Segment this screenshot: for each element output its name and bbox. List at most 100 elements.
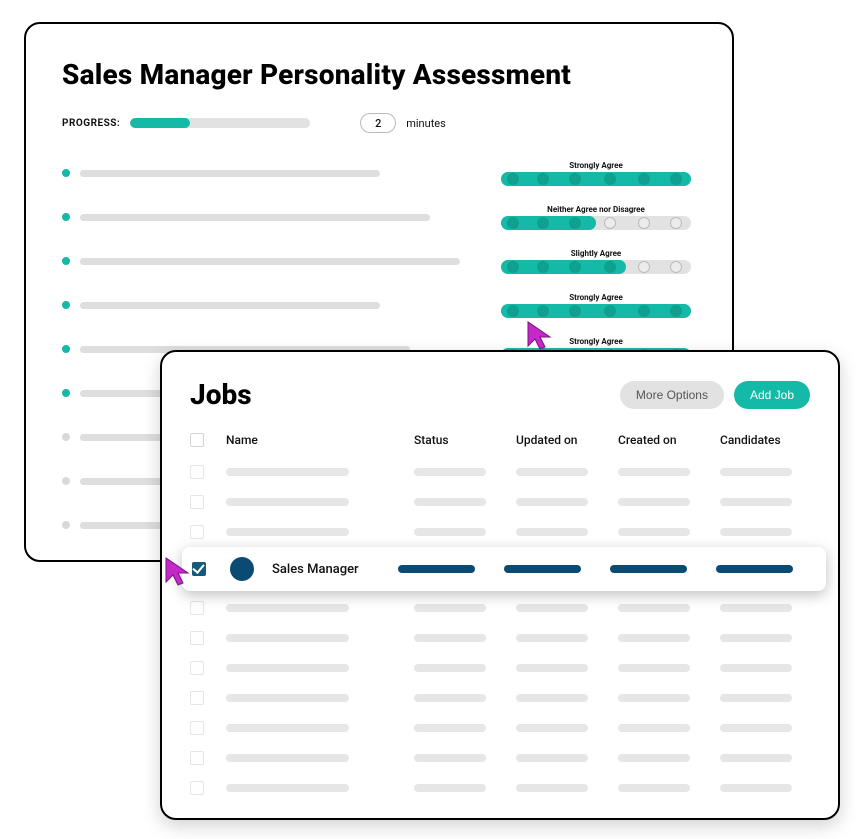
question-row: Strongly Agree xyxy=(62,283,696,327)
cell-placeholder xyxy=(516,664,588,672)
table-row[interactable] xyxy=(190,773,810,803)
cell-placeholder xyxy=(504,565,581,573)
row-checkbox[interactable] xyxy=(190,691,204,705)
question-text-placeholder xyxy=(80,258,460,265)
row-checkbox[interactable] xyxy=(190,495,204,509)
cell-placeholder xyxy=(720,694,792,702)
progress-track xyxy=(130,118,310,128)
page-title: Sales Manager Personality Assessment xyxy=(62,58,696,91)
bullet-icon xyxy=(62,301,70,309)
cell-placeholder xyxy=(516,468,588,476)
question-row: Slightly Agree xyxy=(62,239,696,283)
cell-placeholder xyxy=(414,724,486,732)
bullet-icon xyxy=(62,345,70,353)
cell-name-placeholder xyxy=(226,604,349,612)
answer-block: Strongly Agree xyxy=(496,161,696,186)
add-job-button[interactable]: Add Job xyxy=(734,381,810,409)
cell-placeholder xyxy=(414,694,486,702)
bullet-icon xyxy=(62,521,70,529)
column-updated: Updated on xyxy=(516,433,606,447)
cell-name-placeholder xyxy=(226,498,349,506)
more-options-button[interactable]: More Options xyxy=(620,381,724,409)
cell-placeholder xyxy=(618,528,690,536)
table-row[interactable] xyxy=(190,713,810,743)
cell-placeholder xyxy=(516,528,588,536)
table-row[interactable] xyxy=(190,683,810,713)
question-text-placeholder xyxy=(80,214,430,221)
cell-placeholder xyxy=(516,634,588,642)
select-all-checkbox[interactable] xyxy=(190,433,204,447)
table-row[interactable] xyxy=(190,623,810,653)
cell-placeholder xyxy=(516,694,588,702)
row-checkbox[interactable] xyxy=(190,781,204,795)
cell-placeholder xyxy=(414,754,486,762)
bullet-icon xyxy=(62,169,70,177)
likert-scale[interactable] xyxy=(501,172,691,186)
question-text-placeholder xyxy=(80,302,380,309)
answer-label: Strongly Agree xyxy=(569,161,623,170)
table-row[interactable] xyxy=(190,517,810,547)
likert-scale[interactable] xyxy=(501,216,691,230)
cell-name-placeholder xyxy=(226,754,349,762)
cell-placeholder xyxy=(618,498,690,506)
cell-placeholder xyxy=(414,604,486,612)
minutes-value-pill: 2 xyxy=(360,113,396,133)
row-checkbox[interactable] xyxy=(190,721,204,735)
cell-placeholder xyxy=(618,604,690,612)
progress-fill xyxy=(130,118,189,128)
cell-name-placeholder xyxy=(226,724,349,732)
bullet-icon xyxy=(62,477,70,485)
row-checkbox[interactable] xyxy=(190,661,204,675)
row-checkbox-checked[interactable] xyxy=(192,562,206,576)
table-row[interactable] xyxy=(190,487,810,517)
cell-placeholder xyxy=(720,604,792,612)
cell-placeholder xyxy=(716,565,793,573)
cell-placeholder xyxy=(720,664,792,672)
cell-placeholder xyxy=(516,604,588,612)
cell-placeholder xyxy=(414,784,486,792)
cell-placeholder xyxy=(414,528,486,536)
table-row-selected[interactable]: Sales Manager xyxy=(182,547,826,591)
cell-name-placeholder xyxy=(226,634,349,642)
minutes-label: minutes xyxy=(406,117,446,130)
answer-label: Strongly Agree xyxy=(569,293,623,302)
column-status: Status xyxy=(414,433,504,447)
bullet-icon xyxy=(62,257,70,265)
cell-name-placeholder xyxy=(226,528,349,536)
cell-placeholder xyxy=(516,754,588,762)
row-checkbox[interactable] xyxy=(190,601,204,615)
cell-placeholder xyxy=(414,498,486,506)
bullet-icon xyxy=(62,389,70,397)
cell-placeholder xyxy=(618,694,690,702)
table-row[interactable] xyxy=(190,457,810,487)
cell-placeholder xyxy=(516,724,588,732)
answer-label: Strongly Agree xyxy=(569,337,623,346)
row-checkbox[interactable] xyxy=(190,751,204,765)
column-name: Name xyxy=(226,433,402,447)
jobs-table-body: Sales Manager xyxy=(190,457,810,803)
table-row[interactable] xyxy=(190,593,810,623)
question-row: Neither Agree nor Disagree xyxy=(62,195,696,239)
cell-placeholder xyxy=(720,528,792,536)
cell-placeholder xyxy=(720,784,792,792)
answer-label: Neither Agree nor Disagree xyxy=(547,205,645,214)
column-candidates: Candidates xyxy=(720,433,810,447)
table-row[interactable] xyxy=(190,653,810,683)
answer-block: Strongly Agree xyxy=(496,293,696,318)
likert-scale[interactable] xyxy=(501,304,691,318)
cell-name-placeholder xyxy=(226,664,349,672)
likert-scale[interactable] xyxy=(501,260,691,274)
cell-name-placeholder xyxy=(226,784,349,792)
jobs-actions: More Options Add Job xyxy=(620,381,810,409)
cell-placeholder xyxy=(720,754,792,762)
row-name: Sales Manager xyxy=(272,562,388,577)
avatar-icon xyxy=(230,557,254,581)
cell-placeholder xyxy=(414,634,486,642)
row-checkbox[interactable] xyxy=(190,631,204,645)
answer-block: Neither Agree nor Disagree xyxy=(496,205,696,230)
table-row[interactable] xyxy=(190,743,810,773)
cell-placeholder xyxy=(618,754,690,762)
cell-name-placeholder xyxy=(226,694,349,702)
row-checkbox[interactable] xyxy=(190,465,204,479)
row-checkbox[interactable] xyxy=(190,525,204,539)
